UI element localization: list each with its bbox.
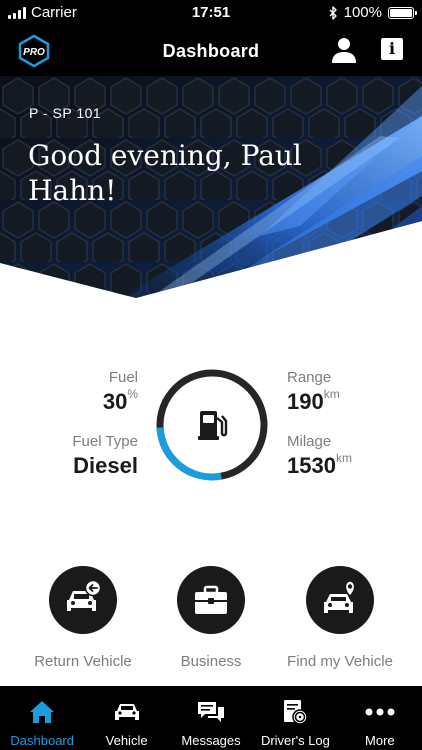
greeting-text: Good evening, Paul Hahn!	[28, 139, 302, 207]
range-stat: Range 190km	[287, 369, 397, 415]
find-vehicle-icon	[324, 580, 356, 613]
status-bar-right: 100%	[329, 4, 417, 21]
tab-drivers-log-label: Driver's Log	[260, 733, 330, 748]
tab-more[interactable]: More	[338, 686, 422, 750]
tab-dashboard[interactable]: Dashboard	[0, 686, 84, 750]
mileage-label: Milage	[287, 433, 332, 450]
tab-messages[interactable]: Messages	[169, 686, 253, 750]
mileage-stat: Milage 1530km	[287, 433, 397, 479]
business-button[interactable]	[177, 566, 245, 634]
car-icon	[114, 704, 139, 720]
business-label: Business	[180, 653, 242, 670]
license-plate: P - SP 101	[29, 105, 102, 121]
range-unit: km	[323, 387, 340, 401]
fuel-type-value: Diesel	[73, 453, 138, 478]
tab-bar: Dashboard Vehicle Messages Driver's Log …	[0, 686, 422, 750]
messages-icon	[198, 702, 225, 722]
hero-banner: P - SP 101 Good evening, Paul Hahn!	[0, 76, 422, 298]
return-vehicle-button[interactable]	[49, 566, 117, 634]
drivers-log-icon	[284, 700, 309, 725]
fuel-value: 30%	[102, 387, 138, 414]
page-title: Dashboard	[162, 41, 260, 61]
battery-icon	[388, 6, 417, 19]
dashboard-screen: Carrier 17:51 100% PRO Dashboard i P - S…	[0, 0, 422, 750]
tab-vehicle[interactable]: Vehicle	[84, 686, 168, 750]
more-icon	[365, 708, 395, 716]
tab-drivers-log[interactable]: Driver's Log	[253, 686, 337, 750]
business-action[interactable]: Business	[141, 566, 281, 670]
find-vehicle-button[interactable]	[306, 566, 374, 634]
home-icon	[30, 701, 55, 723]
range-value: 190km	[287, 387, 340, 414]
tab-messages-label: Messages	[181, 733, 241, 748]
tab-vehicle-label: Vehicle	[105, 733, 148, 748]
range-label: Range	[287, 369, 332, 386]
profile-button[interactable]	[330, 36, 358, 64]
return-vehicle-label: Return Vehicle	[34, 653, 132, 670]
fuel-pump-icon	[198, 411, 228, 440]
person-icon	[338, 38, 350, 50]
bluetooth-icon	[329, 5, 337, 20]
info-icon: i	[388, 39, 396, 58]
fuel-gauge	[156, 369, 268, 481]
return-vehicle-action[interactable]: Return Vehicle	[13, 566, 153, 670]
fuel-label: Fuel	[108, 369, 138, 386]
fuel-unit: %	[127, 387, 138, 401]
find-vehicle-action[interactable]: Find my Vehicle	[270, 566, 410, 670]
mileage-unit: km	[335, 451, 352, 465]
find-vehicle-label: Find my Vehicle	[287, 653, 393, 670]
tab-dashboard-label: Dashboard	[10, 733, 74, 748]
fuel-type-label: Fuel Type	[72, 433, 138, 450]
battery-percent: 100%	[343, 4, 382, 21]
fuel-stat: Fuel 30%	[40, 369, 138, 415]
status-bar: Carrier 17:51 100%	[0, 0, 422, 26]
navigation-bar: PRO Dashboard i	[0, 26, 422, 76]
return-vehicle-icon	[67, 580, 102, 611]
mileage-value: 1530km	[287, 451, 352, 478]
fuel-type-stat: Fuel Type Diesel	[40, 433, 138, 479]
info-button[interactable]: i	[381, 38, 403, 60]
briefcase-icon	[195, 585, 227, 614]
tab-more-label: More	[365, 733, 395, 748]
